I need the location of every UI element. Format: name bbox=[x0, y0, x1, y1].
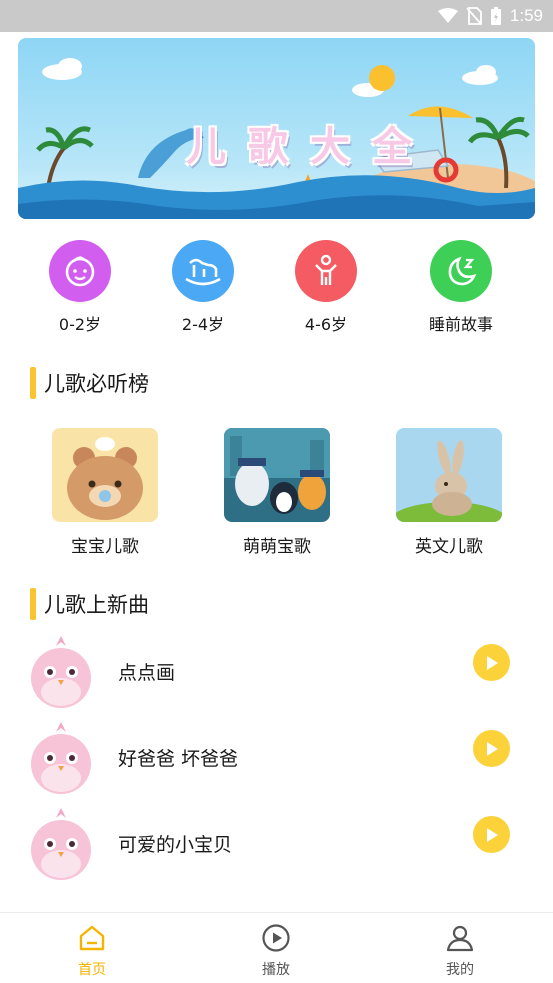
play-button[interactable] bbox=[473, 730, 510, 767]
banner-title-char: 儿 bbox=[186, 124, 226, 170]
age-categories: 0-2岁 2-4岁 4-6岁 睡前故事 bbox=[0, 240, 553, 340]
banner-title-char: 全 bbox=[372, 124, 412, 170]
song-title: 可爱的小宝贝 bbox=[118, 834, 233, 856]
song-title: 好爸爸 坏爸爸 bbox=[118, 748, 239, 770]
section-title-text: 儿歌必听榜 bbox=[44, 372, 149, 396]
pink-bird-thumbnail bbox=[31, 722, 91, 794]
song-row[interactable]: 好爸爸 坏爸爸 bbox=[0, 718, 553, 804]
banner-title: 儿 歌 大 全 bbox=[186, 114, 412, 172]
pink-bird-thumbnail bbox=[31, 636, 91, 708]
category-2-4[interactable]: 2-4岁 bbox=[148, 240, 258, 335]
play-circle-icon bbox=[262, 924, 290, 952]
play-button[interactable] bbox=[473, 816, 510, 853]
status-time: 1:59 bbox=[509, 6, 543, 25]
hot-item-cute-songs[interactable]: 萌萌宝歌 bbox=[224, 428, 330, 557]
hot-section-title: 儿歌必听榜 bbox=[30, 367, 149, 399]
banner[interactable]: 儿 歌 大 全 bbox=[18, 38, 535, 219]
tab-label: 播放 bbox=[262, 962, 290, 978]
category-4-6[interactable]: 4-6岁 bbox=[271, 240, 381, 335]
no-sim-icon bbox=[466, 7, 482, 25]
wifi-icon bbox=[437, 8, 458, 23]
bear-cover-image bbox=[52, 428, 158, 522]
hot-item-baby-songs[interactable]: 宝宝儿歌 bbox=[52, 428, 158, 557]
play-icon bbox=[486, 827, 498, 842]
child-icon bbox=[295, 240, 357, 302]
status-icons: 1:59 bbox=[437, 0, 543, 32]
play-button[interactable] bbox=[473, 644, 510, 681]
song-row[interactable]: 点点画 bbox=[0, 632, 553, 718]
tab-mine[interactable]: 我的 bbox=[420, 923, 500, 979]
play-icon bbox=[486, 655, 498, 670]
section-accent-bar bbox=[30, 588, 36, 620]
profile-icon bbox=[446, 925, 474, 952]
battery-icon bbox=[490, 7, 501, 25]
category-label: 睡前故事 bbox=[428, 315, 493, 334]
hot-item-label: 宝宝儿歌 bbox=[71, 537, 139, 557]
bunny-cover-image bbox=[396, 428, 502, 522]
tab-label: 我的 bbox=[446, 962, 474, 978]
play-icon bbox=[486, 741, 498, 756]
category-label: 0-2岁 bbox=[58, 315, 102, 334]
tab-label: 首页 bbox=[78, 962, 106, 978]
category-label: 4-6岁 bbox=[304, 315, 348, 334]
song-title: 点点画 bbox=[118, 662, 176, 684]
hot-item-label: 英文儿歌 bbox=[415, 537, 483, 557]
hot-item-label: 萌萌宝歌 bbox=[243, 537, 311, 557]
home-icon bbox=[79, 925, 105, 951]
pink-bird-thumbnail bbox=[31, 808, 91, 880]
new-section-title: 儿歌上新曲 bbox=[30, 588, 149, 620]
section-title-text: 儿歌上新曲 bbox=[44, 593, 149, 617]
category-label: 2-4岁 bbox=[181, 315, 225, 334]
tab-play[interactable]: 播放 bbox=[236, 923, 316, 979]
baby-face-icon bbox=[49, 240, 111, 302]
moon-icon bbox=[430, 240, 492, 302]
category-bedtime-stories[interactable]: 睡前故事 bbox=[406, 240, 516, 335]
status-bar: 1:59 bbox=[0, 0, 553, 32]
category-0-2[interactable]: 0-2岁 bbox=[25, 240, 135, 335]
rocking-horse-icon bbox=[172, 240, 234, 302]
cartoon-cover-image bbox=[224, 428, 330, 522]
banner-title-char: 歌 bbox=[248, 124, 288, 170]
hot-item-english-songs[interactable]: 英文儿歌 bbox=[396, 428, 502, 557]
bottom-tab-bar: 首页 播放 我的 bbox=[0, 912, 553, 983]
tab-home[interactable]: 首页 bbox=[52, 923, 132, 979]
banner-title-char: 大 bbox=[310, 124, 350, 170]
song-row[interactable]: 可爱的小宝贝 bbox=[0, 804, 553, 890]
section-accent-bar bbox=[30, 367, 36, 399]
